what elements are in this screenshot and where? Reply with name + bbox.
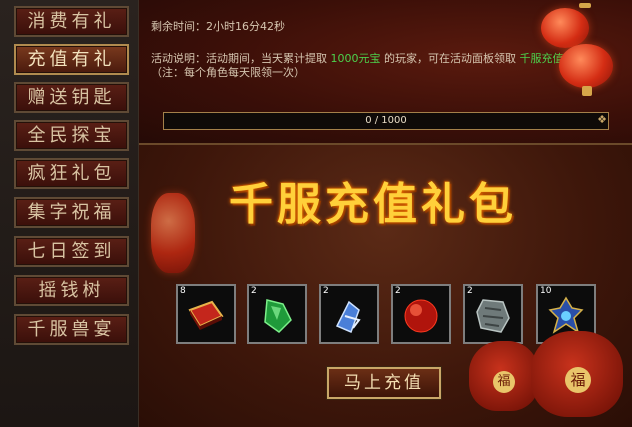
reward-slot[interactable]: 2 (319, 284, 379, 344)
reward-count: 2 (251, 286, 257, 296)
reward-count: 2 (395, 286, 401, 296)
reward-slot[interactable]: 2 (247, 284, 307, 344)
red-orb-icon (404, 299, 438, 333)
reward-count: 8 (180, 286, 186, 296)
reward-slot[interactable]: 8 (176, 284, 236, 344)
sidebar-item-recharge-gift[interactable]: 充值有礼 (14, 44, 129, 75)
reward-count: 2 (323, 286, 329, 296)
sidebar-item-collect-words[interactable]: 集字祝福 (14, 197, 129, 228)
fu-icon: 福 (565, 367, 591, 393)
sidebar-item-server-feast[interactable]: 千服兽宴 (14, 314, 129, 345)
sidebar-item-crazy-pack[interactable]: 疯狂礼包 (14, 158, 129, 189)
reward-count: 2 (467, 286, 473, 296)
sidebar-item-treasure-hunt[interactable]: 全民探宝 (14, 120, 129, 151)
lantern-tassel (582, 86, 592, 96)
recharge-now-button[interactable]: 马上充值 (327, 367, 441, 399)
reward-slot[interactable]: 2 (391, 284, 451, 344)
event-desc-middle: 的玩家，可在活动面板领取 (384, 52, 516, 65)
lantern-icon (541, 8, 589, 48)
event-info-panel: 剩余时间：2小时16分42秒 活动说明：活动期间，当天累计提取 1000元宝 的… (139, 0, 632, 145)
lantern-icon (559, 44, 613, 88)
reward-count: 10 (540, 286, 552, 296)
progress-bar: 0 / 1000 (163, 112, 609, 130)
event-desc-amount: 1000元宝 (330, 52, 381, 65)
lantern-cap (579, 3, 591, 8)
sidebar-item-gift-key[interactable]: 赠送钥匙 (14, 82, 129, 113)
sidebar-nav: 消费有礼 充值有礼 赠送钥匙 全民探宝 疯狂礼包 集字祝福 七日签到 摇钱树 千… (0, 0, 139, 427)
progress-right-ornament-icon: ❖ (597, 113, 607, 126)
blue-ornament-icon (548, 296, 584, 334)
lantern-icon (151, 193, 195, 273)
gift-pack-panel: 千服充值礼包 8 2 2 2 2 10 福 福 马上充值 (139, 145, 632, 427)
stone-tablet-icon (476, 299, 510, 333)
red-book-icon (188, 300, 224, 330)
remaining-time-value: 2小时16分42秒 (206, 20, 285, 33)
event-note: （注：每个角色每天限领一次） (151, 66, 305, 79)
gift-pack-title: 千服充值礼包 (229, 179, 517, 230)
reward-slot[interactable]: 2 (463, 284, 523, 344)
sidebar-item-consume-gift[interactable]: 消费有礼 (14, 6, 129, 37)
remaining-time: 剩余时间：2小时16分42秒 (151, 18, 285, 34)
blue-crystal-icon (335, 300, 361, 334)
remaining-time-label: 剩余时间： (151, 20, 206, 33)
main-content: 剩余时间：2小时16分42秒 活动说明：活动期间，当天累计提取 1000元宝 的… (139, 0, 632, 427)
progress-text: 0 / 1000 (365, 115, 407, 126)
green-gem-icon (264, 299, 292, 333)
sidebar-item-money-tree[interactable]: 摇钱树 (14, 275, 129, 306)
sidebar-item-seven-day-signin[interactable]: 七日签到 (14, 236, 129, 267)
fu-icon: 福 (493, 371, 515, 393)
